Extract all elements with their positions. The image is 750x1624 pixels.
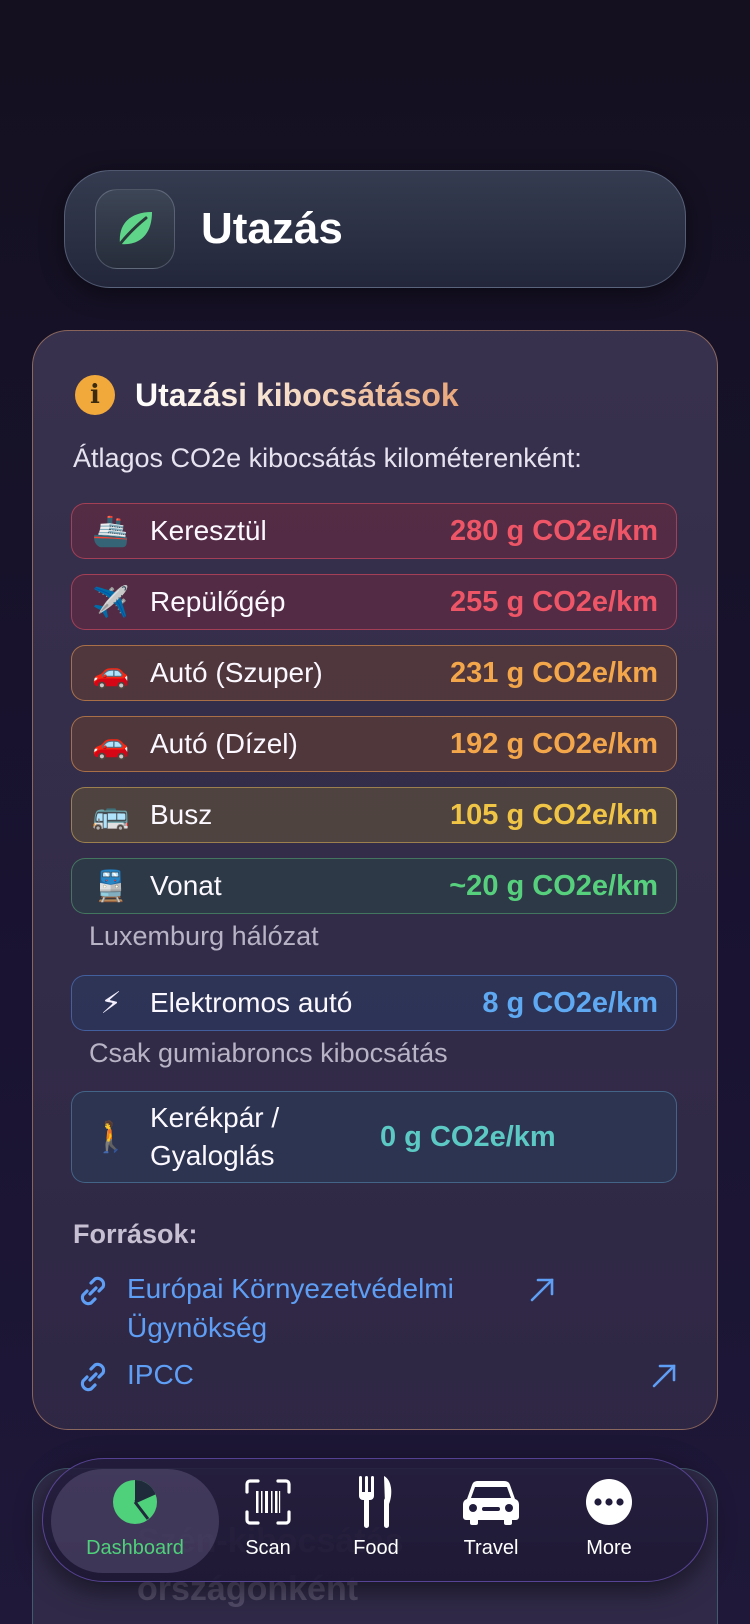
emission-row-electric-car: ⚡ Elektromos autó 8 g CO2e/km bbox=[71, 975, 677, 1031]
tab-more[interactable]: More bbox=[559, 1469, 659, 1573]
link-icon bbox=[80, 1362, 106, 1392]
emission-value: 105 g CO2e/km bbox=[450, 798, 658, 831]
emission-value: 192 g CO2e/km bbox=[450, 727, 658, 760]
pie-chart-icon bbox=[110, 1473, 160, 1531]
emission-row-bike-walk: 🚶 Kerékpár / Gyaloglás 0 g CO2e/km bbox=[71, 1091, 677, 1183]
external-link-icon bbox=[530, 1278, 554, 1302]
tab-label: Food bbox=[353, 1537, 399, 1559]
train-icon: 🚆 bbox=[92, 868, 130, 904]
emission-label: Autó (Dízel) bbox=[150, 728, 298, 759]
lightning-icon: ⚡ bbox=[100, 985, 122, 1021]
link-icon bbox=[80, 1276, 106, 1306]
emission-row-car-diesel: 🚗 Autó (Dízel) 192 g CO2e/km bbox=[71, 716, 677, 772]
tab-food[interactable]: Food bbox=[331, 1469, 421, 1573]
tab-bar: Dashboard Scan Food Travel More bbox=[42, 1458, 708, 1582]
train-note: Luxemburg hálózat bbox=[89, 921, 319, 951]
leaf-icon bbox=[95, 189, 175, 269]
emission-value: 255 g CO2e/km bbox=[450, 585, 658, 618]
car-icon: 🚗 bbox=[92, 726, 130, 762]
bus-icon: 🚌 bbox=[92, 797, 130, 833]
emission-label: Vonat bbox=[150, 870, 222, 901]
tab-label: Dashboard bbox=[86, 1537, 184, 1559]
ev-note: Csak gumiabroncs kibocsátás bbox=[89, 1038, 448, 1068]
ellipsis-icon bbox=[584, 1473, 634, 1531]
page-title: Utazás bbox=[201, 204, 343, 253]
info-icon: i bbox=[75, 375, 115, 415]
source-label[interactable]: Európai Környezetvédelmi Ügynökség bbox=[127, 1269, 527, 1347]
emission-label: Autó (Szuper) bbox=[150, 657, 323, 688]
travel-emissions-card: i Utazási kibocsátások Átlagos CO2e kibo… bbox=[32, 330, 718, 1430]
card-subtitle: Átlagos CO2e kibocsátás kilométerenként: bbox=[73, 443, 582, 473]
emission-value: 8 g CO2e/km bbox=[482, 986, 658, 1019]
external-link-icon bbox=[652, 1364, 676, 1388]
emission-value: 0 g CO2e/km bbox=[380, 1120, 556, 1153]
walking-icon: 🚶 bbox=[92, 1119, 130, 1155]
car-icon bbox=[462, 1473, 520, 1531]
card-title: Utazási kibocsátások bbox=[135, 376, 459, 413]
barcode-scan-icon bbox=[244, 1473, 292, 1531]
emission-value: 231 g CO2e/km bbox=[450, 656, 658, 689]
tab-dashboard[interactable]: Dashboard bbox=[51, 1469, 219, 1573]
emission-value: ~20 g CO2e/km bbox=[449, 869, 658, 902]
airplane-icon: ✈️ bbox=[92, 584, 130, 620]
tab-travel[interactable]: Travel bbox=[441, 1469, 541, 1573]
car-icon: 🚗 bbox=[92, 655, 130, 691]
card-header: i Utazási kibocsátások bbox=[75, 375, 459, 415]
tab-label: Travel bbox=[463, 1537, 519, 1559]
page-header: Utazás bbox=[64, 170, 686, 288]
source-link-ipcc[interactable]: IPCC bbox=[73, 1355, 679, 1397]
emission-label: Busz bbox=[150, 799, 213, 830]
emission-label: Elektromos autó bbox=[150, 987, 353, 1018]
emission-row-car-petrol: 🚗 Autó (Szuper) 231 g CO2e/km bbox=[71, 645, 677, 701]
emission-label: Repülőgép bbox=[150, 586, 286, 617]
emission-row-ship: 🚢 Keresztül 280 g CO2e/km bbox=[71, 503, 677, 559]
source-link-eea[interactable]: Európai Környezetvédelmi Ügynökség bbox=[73, 1269, 679, 1347]
emission-label: Keresztül bbox=[150, 515, 267, 546]
source-label[interactable]: IPCC bbox=[127, 1355, 649, 1394]
tab-label: More bbox=[586, 1537, 632, 1559]
emission-label: Kerékpár / Gyaloglás bbox=[150, 1102, 280, 1171]
travel-screen: Utazás i Utazási kibocsátások Átlagos CO… bbox=[0, 0, 750, 1624]
fork-knife-icon bbox=[356, 1473, 396, 1531]
emission-row-airplane: ✈️ Repülőgép 255 g CO2e/km bbox=[71, 574, 677, 630]
emission-value: 280 g CO2e/km bbox=[450, 514, 658, 547]
sources-title: Források: bbox=[73, 1219, 198, 1249]
ship-icon: 🚢 bbox=[92, 513, 130, 549]
tab-scan[interactable]: Scan bbox=[233, 1469, 303, 1573]
emission-row-bus: 🚌 Busz 105 g CO2e/km bbox=[71, 787, 677, 843]
tab-label: Scan bbox=[245, 1537, 291, 1559]
emission-row-train: 🚆 Vonat ~20 g CO2e/km bbox=[71, 858, 677, 914]
